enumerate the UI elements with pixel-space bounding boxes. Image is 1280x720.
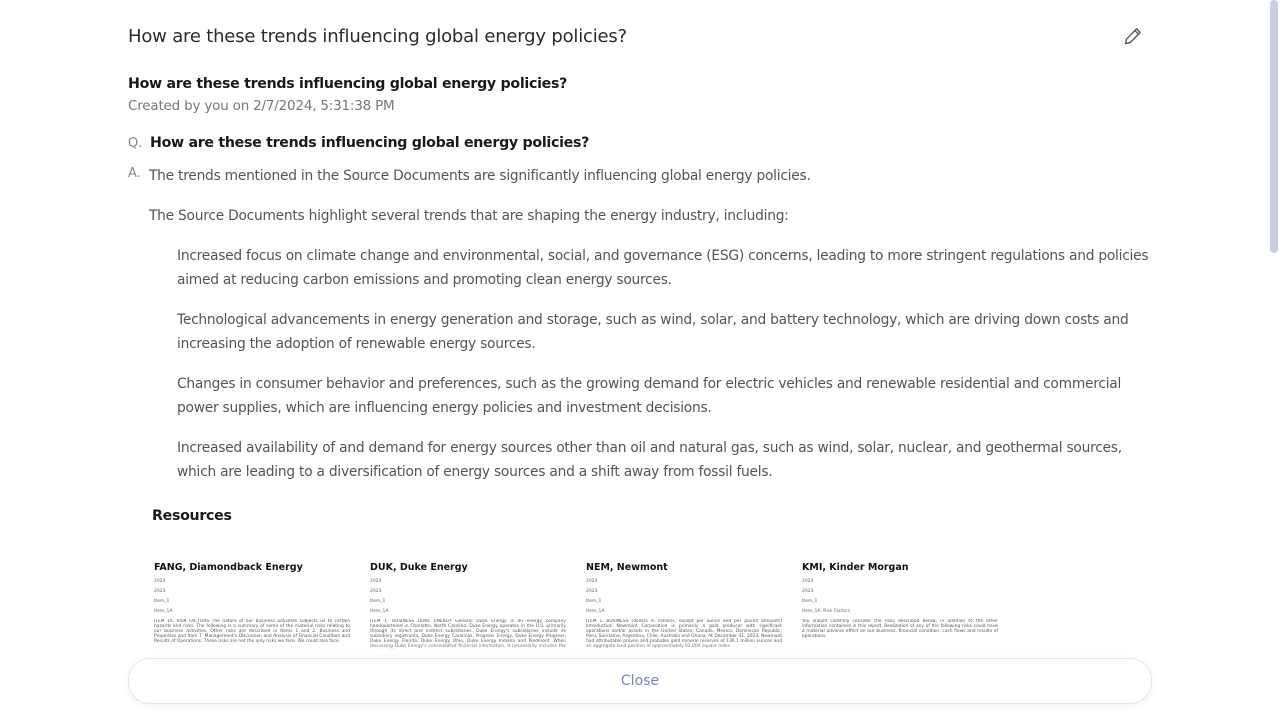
resource-card-line: Item_1 [370,599,386,604]
answer-bullet: Increased focus on climate change and en… [177,248,1149,288]
answer-bullet: Technological advancements in energy gen… [177,312,1129,352]
question-row: Q. How are these trends influencing glob… [128,135,589,151]
resources-heading: Resources [152,508,232,524]
answer-marker: A. [128,166,141,181]
resource-card-line: 2023 [370,579,382,584]
resource-card-line: 2023 [802,589,814,594]
resource-card-line: 2023 [154,589,166,594]
resource-card-line: 2023 [802,579,814,584]
resource-card-line: Item_1 [802,599,818,604]
resource-card-line: 2023 [370,589,382,594]
resource-card-line: 2023 [586,579,598,584]
created-meta: Created by you on 2/7/2024, 5:31:38 PM [128,98,395,114]
answer-bullet: Increased availability of and demand for… [177,440,1122,480]
resource-card-title: DUK, Duke Energy [370,562,468,573]
resource-card-line: Item_1A [154,609,173,614]
resource-card-line: 2023 [586,589,598,594]
resource-card-line: Item_1A [586,609,605,614]
answer-bullet: Changes in consumer behavior and prefere… [177,376,1122,416]
page-title: How are these trends influencing global … [128,26,627,47]
scrollbar[interactable] [1270,0,1280,720]
resource-card-line: Item_1 [586,599,602,604]
resource-card-line: Item_1A. Risk Factors [802,609,851,614]
resource-card-title: NEM, Newmont [586,562,668,573]
answer-list: Increased focus on climate change and en… [149,244,1149,484]
resource-card-title: KMI, Kinder Morgan [802,562,909,573]
scrollbar-thumb[interactable] [1270,0,1278,253]
resource-card-line: Item_1 [154,599,170,604]
close-button[interactable]: Close [128,658,1152,704]
answer-block: The trends mentioned in the Source Docum… [149,164,1149,500]
answer-intro: The trends mentioned in the Source Docum… [149,168,811,184]
resource-card-line: Item_1A [370,609,389,614]
resource-card-title: FANG, Diamondback Energy [154,562,303,573]
edit-button[interactable] [1121,26,1145,50]
question-text: How are these trends influencing global … [150,135,590,151]
resource-card-line: 2023 [154,579,166,584]
pencil-icon [1123,26,1143,50]
answer-lead: The Source Documents highlight several t… [149,208,789,224]
question-marker: Q. [128,136,143,151]
conversation-title: How are these trends influencing global … [128,76,568,92]
